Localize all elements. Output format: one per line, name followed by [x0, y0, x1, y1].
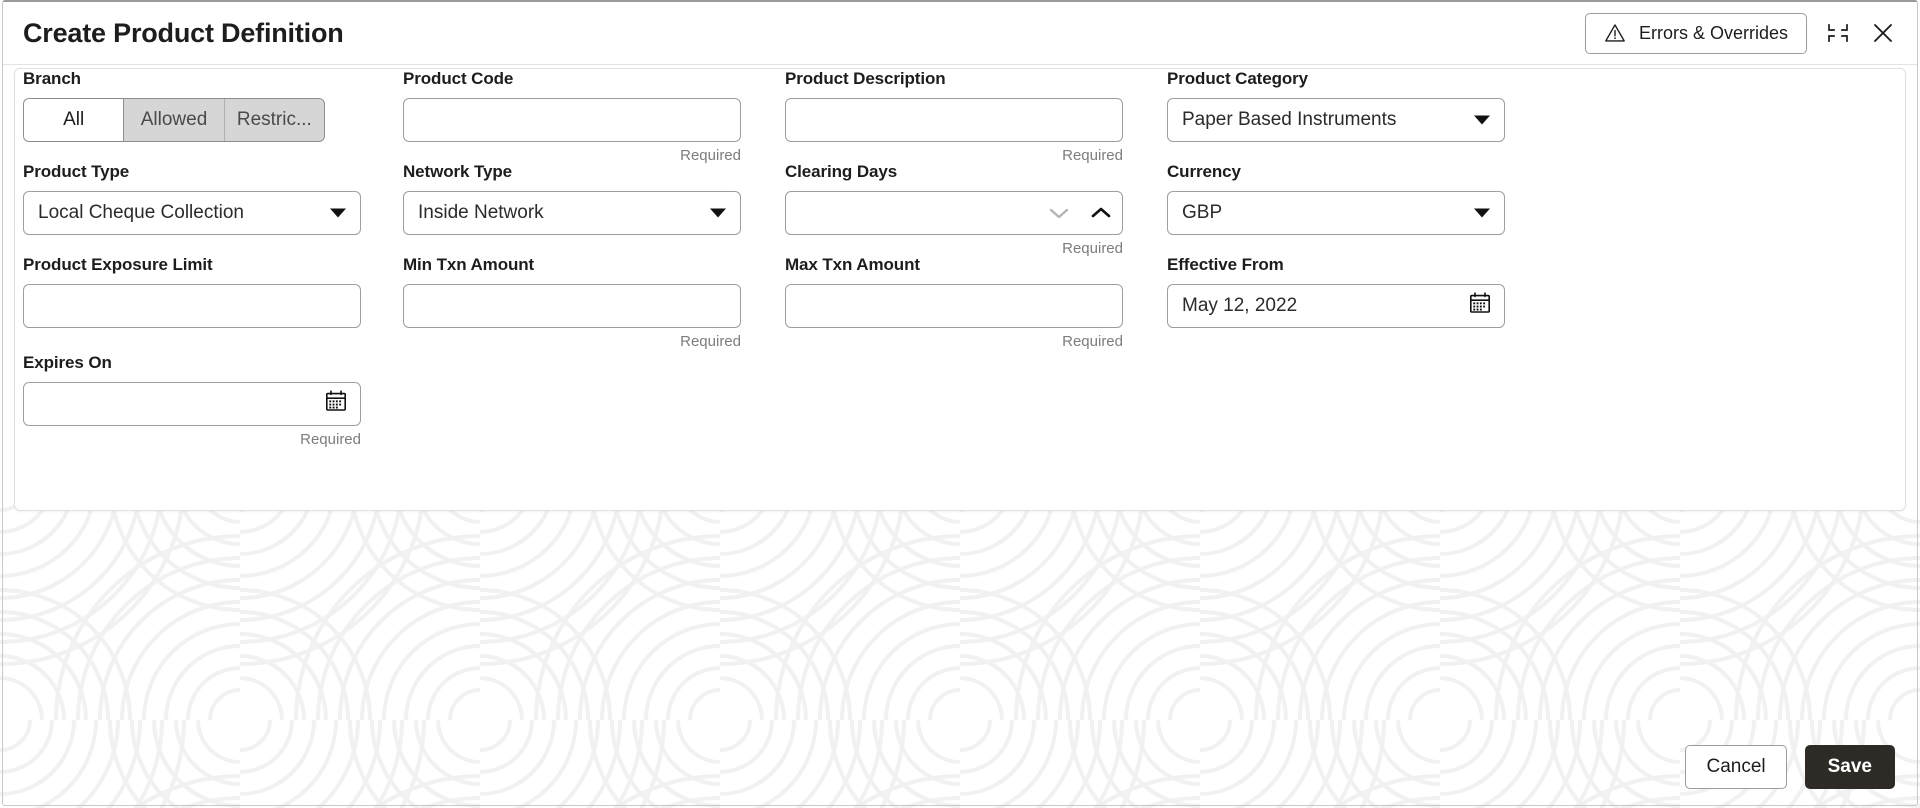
max-txn-amount-required-text: Required	[1062, 333, 1123, 350]
errors-and-overrides-label: Errors & Overrides	[1638, 22, 1788, 43]
field-clearing-days: Clearing Days Required	[785, 162, 1123, 257]
warning-triangle-icon	[1604, 22, 1626, 44]
currency-value: GBP	[1182, 202, 1223, 223]
branch-option-allowed[interactable]: Allowed	[124, 99, 225, 141]
chevron-up-icon[interactable]	[1090, 205, 1112, 221]
network-type-label: Network Type	[403, 162, 513, 181]
product-category-label: Product Category	[1167, 69, 1309, 88]
clearing-days-stepper[interactable]	[785, 191, 1123, 235]
clearing-days-stepper-buttons	[1048, 192, 1112, 234]
calendar-icon[interactable]	[1468, 291, 1492, 321]
min-txn-amount-required-text: Required	[680, 333, 741, 350]
product-type-select[interactable]: Local Cheque Collection	[23, 191, 361, 235]
product-description-input[interactable]	[785, 98, 1123, 142]
chevron-down-icon	[1474, 208, 1490, 218]
errors-and-overrides-button[interactable]: Errors & Overrides	[1584, 12, 1807, 54]
chevron-down-icon	[330, 208, 346, 218]
branch-segmented-control[interactable]: All Allowed Restric...	[23, 98, 325, 142]
field-network-type: Network Type Inside Network	[403, 162, 741, 235]
effective-from-label: Effective From	[1167, 255, 1284, 274]
expires-on-label: Expires On	[23, 353, 112, 372]
chevron-down-icon[interactable]	[1048, 205, 1070, 221]
page-title: Create Product Definition	[23, 17, 344, 48]
field-product-type: Product Type Local Cheque Collection	[23, 162, 361, 235]
product-type-value: Local Cheque Collection	[38, 202, 244, 223]
max-txn-amount-input[interactable]	[785, 284, 1123, 328]
product-exposure-limit-label: Product Exposure Limit	[23, 255, 213, 274]
field-effective-from: Effective From May 12, 2022	[1167, 255, 1505, 328]
product-exposure-limit-input[interactable]	[23, 284, 361, 328]
currency-select[interactable]: GBP	[1167, 191, 1505, 235]
currency-label: Currency	[1167, 162, 1241, 181]
network-type-select[interactable]: Inside Network	[403, 191, 741, 235]
product-code-input[interactable]	[403, 98, 741, 142]
form-grid: Branch All Allowed Restric... Product Co…	[15, 69, 1905, 510]
form-card: Branch All Allowed Restric... Product Co…	[14, 68, 1906, 511]
title-bar-actions: Errors & Overrides	[1584, 12, 1897, 54]
branch-option-restricted[interactable]: Restric...	[224, 99, 324, 141]
vertical-scrollbar[interactable]	[1909, 66, 1916, 506]
clearing-days-label: Clearing Days	[785, 162, 898, 181]
product-code-label: Product Code	[403, 69, 514, 88]
dialog-footer: Cancel Save	[3, 728, 1917, 806]
field-max-txn-amount: Max Txn Amount Required	[785, 255, 1123, 350]
field-product-description: Product Description Required	[785, 69, 1123, 164]
branch-option-all[interactable]: All	[24, 99, 125, 141]
field-product-exposure-limit: Product Exposure Limit	[23, 255, 361, 328]
chevron-down-icon	[1474, 115, 1490, 125]
expires-on-date-input[interactable]	[23, 382, 361, 426]
maximize-icon[interactable]	[1825, 20, 1851, 46]
min-txn-amount-input[interactable]	[403, 284, 741, 328]
field-product-code: Product Code Required	[403, 69, 741, 164]
field-expires-on: Expires On Required	[23, 353, 361, 448]
app-root: Create Product Definition Errors & Overr…	[0, 0, 1920, 808]
close-icon[interactable]	[1869, 19, 1897, 47]
field-branch: Branch All Allowed Restric...	[23, 69, 361, 142]
field-product-category: Product Category Paper Based Instruments	[1167, 69, 1505, 142]
chevron-down-icon	[710, 208, 726, 218]
network-type-value: Inside Network	[418, 202, 544, 223]
effective-from-date-input[interactable]: May 12, 2022	[1167, 284, 1505, 328]
field-currency: Currency GBP	[1167, 162, 1505, 235]
product-category-value: Paper Based Instruments	[1182, 109, 1397, 130]
max-txn-amount-label: Max Txn Amount	[785, 255, 920, 274]
effective-from-value: May 12, 2022	[1182, 295, 1298, 316]
product-description-label: Product Description	[785, 69, 946, 88]
product-type-label: Product Type	[23, 162, 130, 181]
min-txn-amount-label: Min Txn Amount	[403, 255, 535, 274]
product-category-select[interactable]: Paper Based Instruments	[1167, 98, 1505, 142]
calendar-icon[interactable]	[324, 389, 348, 419]
field-min-txn-amount: Min Txn Amount Required	[403, 255, 741, 350]
cancel-button[interactable]: Cancel	[1685, 745, 1787, 789]
expires-on-required-text: Required	[300, 431, 361, 448]
save-button[interactable]: Save	[1804, 745, 1895, 789]
branch-label: Branch	[23, 69, 81, 88]
title-bar: Create Product Definition Errors & Overr…	[3, 2, 1917, 65]
